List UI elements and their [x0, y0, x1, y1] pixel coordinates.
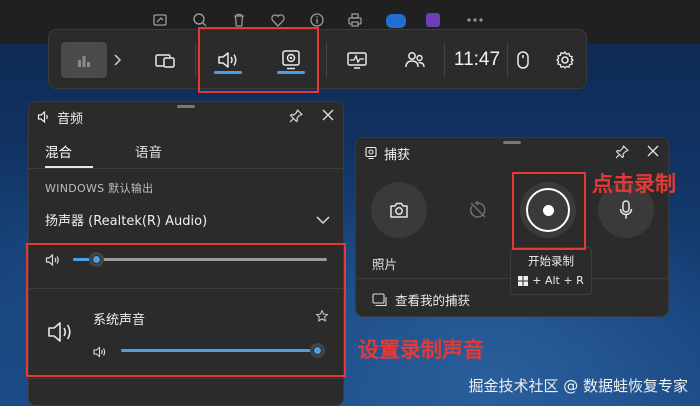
tooltip-shortcut: + Alt + R [511, 274, 591, 287]
photos-label: 照片 [372, 257, 398, 272]
highlight-box [198, 27, 319, 93]
camera-icon [390, 202, 408, 218]
tab-voice[interactable]: 语音 [135, 134, 162, 168]
gallery-icon [372, 292, 387, 306]
record-last-30s-button[interactable] [450, 182, 506, 238]
speaker-icon [37, 110, 48, 124]
divider [444, 42, 445, 78]
replay-off-icon [470, 200, 486, 218]
people-icon [405, 52, 425, 68]
panel-title: 捕获 [384, 147, 411, 163]
app-icon[interactable] [426, 13, 440, 27]
search-icon[interactable] [192, 12, 208, 28]
tab-mix[interactable]: 混合 [45, 134, 72, 168]
watermark: 掘金技术社区 @ 数据蛙恢复专家 [468, 377, 688, 395]
mouse-icon[interactable] [511, 40, 535, 80]
link-label: 查看我的捕获 [395, 293, 471, 308]
divider [29, 378, 343, 379]
screenshot-button[interactable] [371, 182, 427, 238]
pin-icon[interactable] [613, 144, 631, 162]
close-icon[interactable] [644, 144, 662, 162]
tooltip-title: 开始录制 [528, 254, 574, 268]
close-icon[interactable] [319, 108, 337, 126]
annotation-click-record: 点击录制 [592, 172, 676, 196]
performance-widget-button[interactable] [339, 40, 375, 80]
divider [29, 168, 343, 169]
highlight-box [26, 243, 346, 377]
tab-label: 混合 [45, 145, 72, 161]
clock: 11:47 [453, 49, 501, 70]
more-icon[interactable] [465, 12, 485, 28]
highlight-box [512, 172, 586, 250]
annotation-set-sound: 设置录制声音 [358, 338, 484, 362]
tab-label: 语音 [135, 145, 162, 161]
settings-button[interactable] [552, 40, 578, 80]
social-widget-button[interactable] [397, 40, 433, 80]
cloud-icon[interactable] [386, 14, 406, 28]
pin-icon[interactable] [287, 108, 305, 126]
output-device-dropdown[interactable]: 扬声器 (Realtek(R) Audio) [45, 210, 331, 234]
settings-icon [556, 51, 574, 69]
performance-icon [347, 52, 367, 69]
windows-logo-icon [518, 275, 529, 286]
divider [326, 42, 327, 78]
shortcut-keys: + Alt + R [532, 274, 584, 287]
chevron-right-icon[interactable] [109, 40, 125, 80]
record-tooltip: 开始录制 + Alt + R [510, 247, 592, 295]
chevron-down-icon [316, 216, 330, 225]
device-name: 扬声器 (Realtek(R) Audio) [45, 214, 208, 229]
heart-icon[interactable] [270, 12, 286, 28]
see-my-captures-link[interactable]: 查看我的捕获 [372, 290, 470, 309]
microphone-icon [619, 200, 633, 219]
image-edit-icon[interactable] [152, 12, 168, 28]
info-icon[interactable] [309, 12, 325, 28]
widget-icon[interactable] [61, 42, 107, 78]
print-icon[interactable] [347, 12, 363, 28]
capture-icon [365, 146, 377, 160]
panel-title: 音频 [57, 111, 84, 127]
window-icon [155, 54, 175, 68]
trash-icon[interactable] [231, 12, 247, 28]
divider [195, 42, 196, 78]
divider [507, 42, 508, 78]
widget-menu-button[interactable] [147, 40, 183, 80]
output-section-label: WINDOWS 默认输出 [45, 182, 154, 195]
